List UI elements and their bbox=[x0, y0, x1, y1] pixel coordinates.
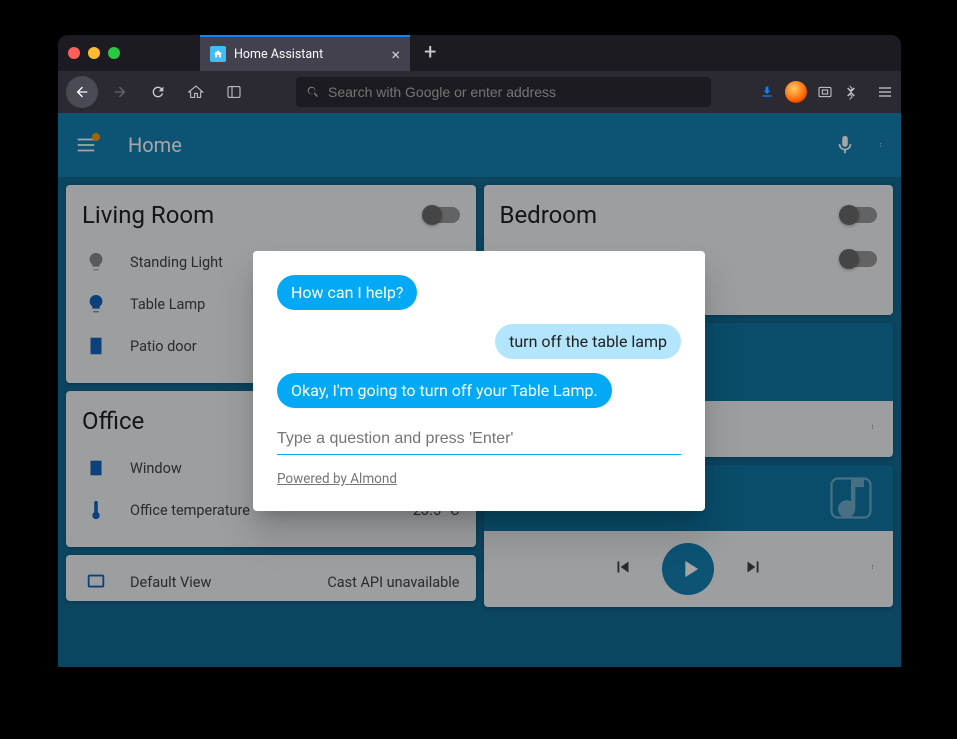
tab-close-button[interactable]: × bbox=[391, 45, 400, 64]
chat-messages: How can I help? turn off the table lamp … bbox=[277, 275, 681, 408]
nav-back-button[interactable] bbox=[66, 76, 98, 108]
url-bar[interactable] bbox=[296, 77, 711, 107]
window-minimize-button[interactable] bbox=[88, 47, 100, 59]
address-input[interactable] bbox=[328, 84, 701, 100]
tab-favicon-icon bbox=[210, 46, 226, 62]
sidebar-toggle-button[interactable] bbox=[218, 76, 250, 108]
hamburger-menu-button[interactable] bbox=[877, 84, 893, 100]
download-icon[interactable] bbox=[759, 84, 775, 100]
browser-window: Home Assistant × + bbox=[58, 35, 901, 667]
voice-assistant-modal: How can I help? turn off the table lamp … bbox=[253, 251, 705, 511]
chat-message-bot: How can I help? bbox=[277, 275, 417, 310]
voice-input[interactable] bbox=[277, 424, 681, 455]
tab-bar: Home Assistant × + bbox=[58, 35, 901, 71]
search-icon bbox=[306, 85, 320, 99]
reload-button[interactable] bbox=[142, 76, 174, 108]
window-maximize-button[interactable] bbox=[108, 47, 120, 59]
traffic-lights bbox=[68, 47, 120, 59]
toolbar-right bbox=[759, 81, 893, 103]
chat-message-bot: Okay, I'm going to turn off your Table L… bbox=[277, 373, 612, 408]
browser-toolbar bbox=[58, 71, 901, 113]
screenshot-icon[interactable] bbox=[817, 84, 833, 100]
browser-tab[interactable]: Home Assistant × bbox=[200, 35, 410, 71]
tab-title: Home Assistant bbox=[234, 47, 383, 62]
chat-message-user: turn off the table lamp bbox=[495, 324, 681, 359]
new-tab-button[interactable]: + bbox=[424, 42, 436, 64]
home-button[interactable] bbox=[180, 76, 212, 108]
nav-forward-button bbox=[104, 76, 136, 108]
profile-avatar[interactable] bbox=[785, 81, 807, 103]
powered-by-link[interactable]: Powered by Almond bbox=[277, 471, 681, 487]
app-content: Home Living Room Standing Light bbox=[58, 113, 901, 667]
overflow-icon[interactable] bbox=[843, 84, 859, 100]
window-close-button[interactable] bbox=[68, 47, 80, 59]
